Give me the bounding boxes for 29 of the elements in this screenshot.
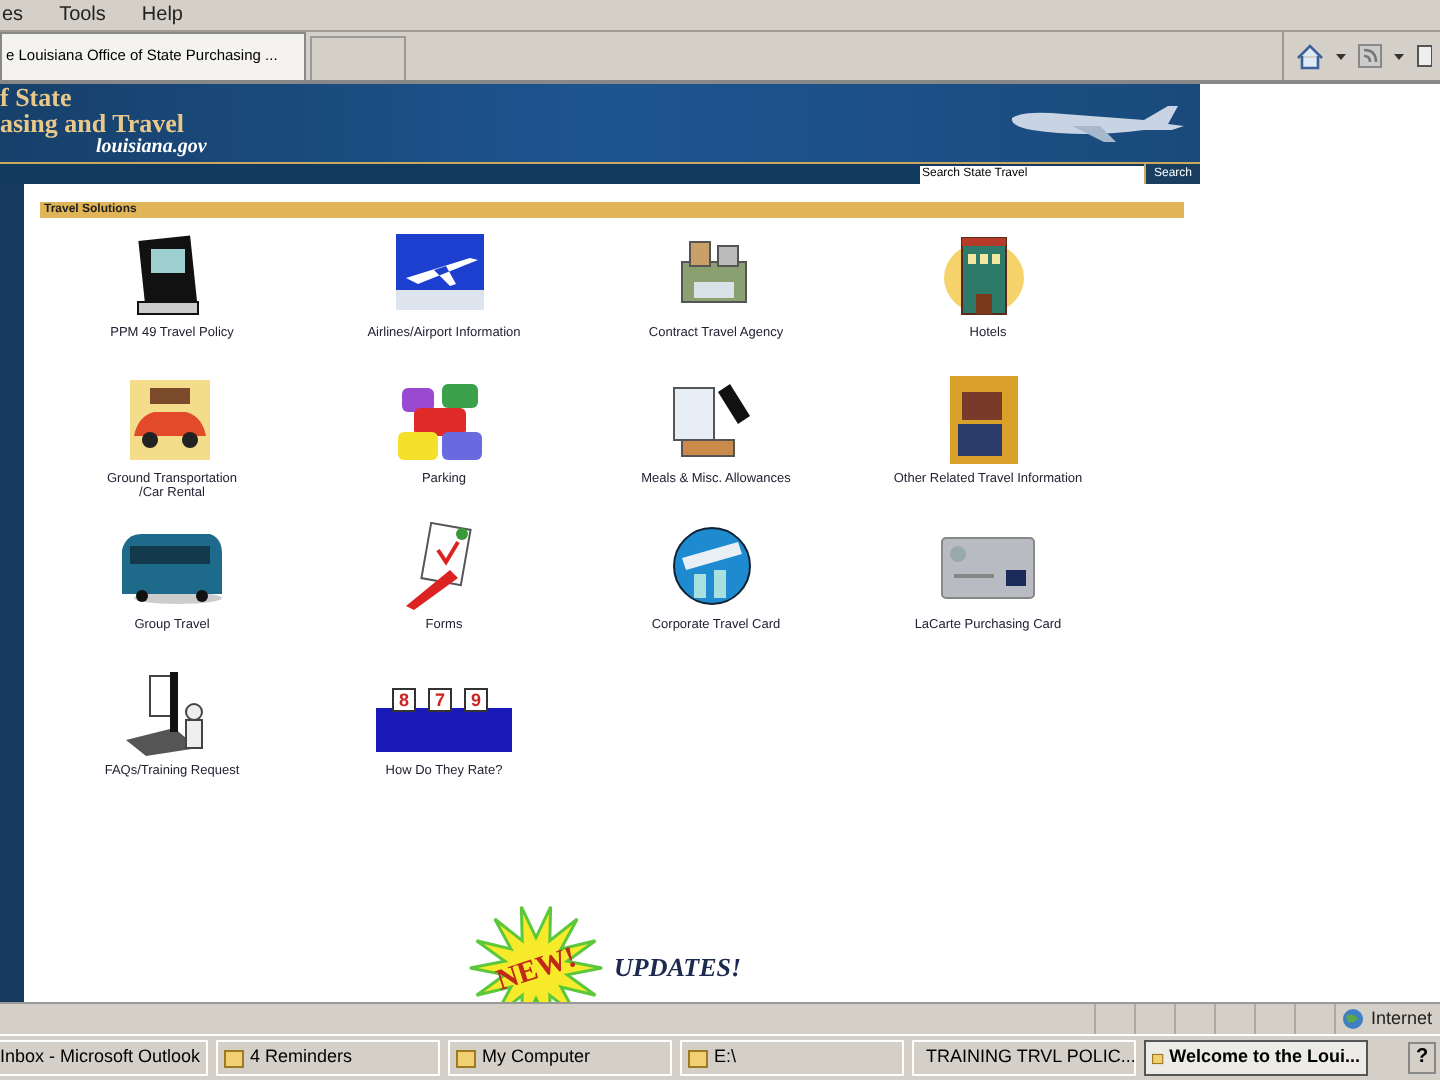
site-subtitle: louisiana.gov xyxy=(94,136,207,158)
feed-icon[interactable] xyxy=(1358,44,1382,68)
menu-item[interactable]: Help xyxy=(141,0,183,30)
score-card: 9 xyxy=(464,688,488,712)
score-card: 8 xyxy=(392,688,416,712)
taskbar-button[interactable]: Inbox - Microsoft Outlook xyxy=(0,1040,208,1076)
taskbar-button[interactable]: TRAINING TRVL POLIC... xyxy=(912,1040,1136,1076)
site-title: asing and Travel xyxy=(0,110,186,136)
taskbar-button[interactable]: My Computer xyxy=(448,1040,672,1076)
taskbar-button[interactable]: 4 Reminders xyxy=(216,1040,440,1076)
globe-icon xyxy=(1342,1008,1365,1030)
updates-link[interactable]: UPDATES! xyxy=(614,948,742,988)
print-icon[interactable] xyxy=(1416,44,1432,68)
judges-table-drawing[interactable]: 8 7 9 xyxy=(372,668,516,760)
score-card: 7 xyxy=(428,688,452,712)
taskbar-button[interactable]: E:\ xyxy=(680,1040,904,1076)
home-icon[interactable] xyxy=(1296,43,1324,69)
window-icon xyxy=(456,1049,476,1067)
dropdown-arrow-icon[interactable] xyxy=(1394,53,1404,59)
security-zone-label: Internet xyxy=(1370,1005,1432,1032)
menu-item[interactable]: Tools xyxy=(59,0,106,30)
window-icon xyxy=(688,1049,708,1067)
menu-item[interactable]: es xyxy=(2,0,24,30)
dropdown-arrow-icon[interactable] xyxy=(1336,53,1346,59)
taskbar-button[interactable]: Welcome to the Loui... xyxy=(1144,1040,1368,1076)
window-icon xyxy=(1152,1049,1164,1067)
window-icon xyxy=(224,1049,244,1067)
help-icon[interactable]: ? xyxy=(1408,1042,1436,1074)
site-title: f State xyxy=(0,84,74,110)
